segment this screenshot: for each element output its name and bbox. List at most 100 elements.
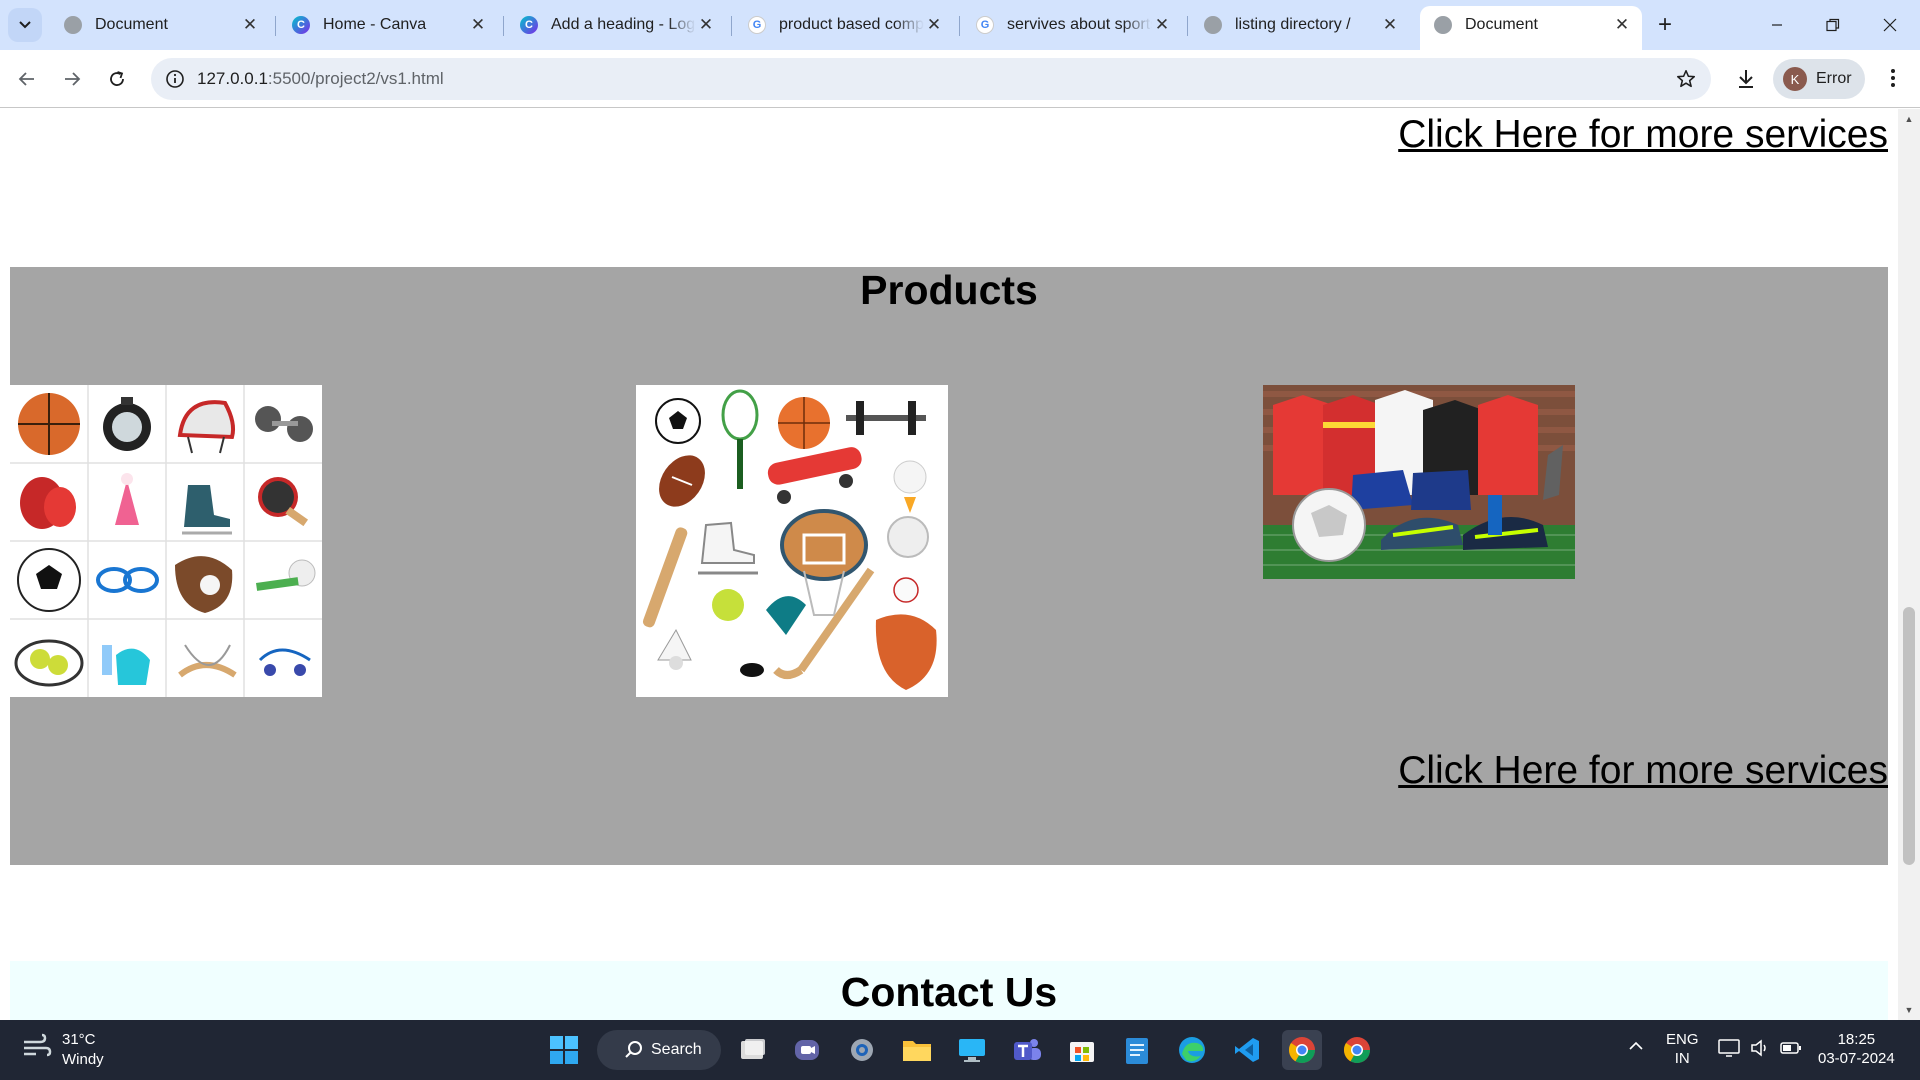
- tab-divider: [731, 16, 732, 36]
- google-icon: G: [748, 16, 766, 34]
- network-icon: [1718, 1039, 1740, 1057]
- tab-listing-directory[interactable]: listing directory / ✕: [1190, 6, 1410, 44]
- tab-document-active[interactable]: Document ✕: [1420, 6, 1642, 50]
- info-icon[interactable]: [165, 69, 185, 89]
- close-icon[interactable]: ✕: [1380, 15, 1400, 35]
- close-icon[interactable]: ✕: [240, 15, 260, 35]
- tab-home-canva[interactable]: C Home - Canva ✕: [278, 6, 498, 44]
- canva-icon: C: [292, 16, 310, 34]
- gear-icon: [851, 1039, 873, 1061]
- sports-equipment-grid-image: [10, 385, 322, 697]
- bookmark-star-icon[interactable]: [1675, 68, 1697, 90]
- close-icon[interactable]: ✕: [924, 15, 944, 35]
- clock[interactable]: 18:25 03-07-2024: [1818, 1030, 1895, 1068]
- globe-icon: [1434, 16, 1452, 34]
- chrome-icon: [1343, 1037, 1371, 1064]
- download-icon[interactable]: [1731, 64, 1761, 94]
- taskbar-search[interactable]: Search: [597, 1030, 721, 1070]
- weather-desc: Windy: [62, 1051, 104, 1068]
- scroll-up-arrow[interactable]: ▲: [1903, 114, 1915, 124]
- monitor-icon: [959, 1039, 985, 1062]
- reload-icon: [110, 71, 124, 86]
- tab-divider: [1187, 16, 1188, 36]
- region-code: IN: [1674, 1050, 1690, 1067]
- close-icon[interactable]: ✕: [1152, 15, 1172, 35]
- minimize-button[interactable]: [1749, 0, 1805, 50]
- close-icon: [1883, 18, 1897, 32]
- microsoft-store-button[interactable]: [1062, 1030, 1102, 1070]
- task-view-button[interactable]: [733, 1030, 773, 1070]
- clock-date: 03-07-2024: [1818, 1050, 1895, 1067]
- tab-title: Document: [95, 16, 168, 33]
- tab-divider: [503, 16, 504, 36]
- chat-app-button[interactable]: [787, 1030, 827, 1070]
- tab-title: Document: [1465, 16, 1538, 33]
- forward-arrow-icon: [65, 72, 81, 86]
- tab-servives-sports[interactable]: G servives about sports ✕: [962, 6, 1182, 44]
- tab-title: Home - Canva: [323, 16, 427, 33]
- reload-button[interactable]: [101, 63, 133, 95]
- url-text[interactable]: 127.0.0.1:5500/project2/vs1.html: [197, 69, 444, 89]
- tab-divider: [275, 16, 276, 36]
- jerseys-picture: [1263, 385, 1575, 579]
- teams-button[interactable]: [1007, 1030, 1047, 1070]
- weather-temp: 31°C: [62, 1031, 96, 1048]
- folder-icon: [903, 1041, 931, 1061]
- canva-icon: C: [520, 16, 538, 34]
- products-heading: Products: [860, 267, 1038, 313]
- avatar: K: [1783, 67, 1807, 91]
- weather-widget[interactable]: 31°C Windy: [20, 1030, 104, 1070]
- tab-product-based[interactable]: G product based comp ✕: [734, 6, 954, 44]
- more-vert-icon: [1891, 69, 1895, 87]
- forward-button[interactable]: [56, 63, 88, 95]
- back-button[interactable]: [11, 63, 43, 95]
- teams-icon: [1014, 1039, 1041, 1060]
- address-bar[interactable]: 127.0.0.1:5500/project2/vs1.html: [151, 58, 1711, 100]
- tab-title: listing directory /: [1235, 16, 1351, 33]
- plus-icon: +: [1657, 11, 1672, 38]
- file-explorer-button[interactable]: [897, 1030, 937, 1070]
- profile-button[interactable]: K Error: [1773, 59, 1865, 99]
- vscode-icon: [1235, 1038, 1259, 1062]
- close-icon[interactable]: ✕: [696, 15, 716, 35]
- tab-document-1[interactable]: Document ✕: [50, 6, 270, 44]
- new-tab-button[interactable]: +: [1650, 10, 1680, 40]
- browser-menu-button[interactable]: [1880, 62, 1906, 94]
- tab-search-button[interactable]: [8, 8, 42, 42]
- close-icon[interactable]: ✕: [1612, 15, 1632, 35]
- language-indicator[interactable]: ENG IN: [1666, 1030, 1699, 1068]
- more-services-link-top[interactable]: Click Here for more services: [1398, 113, 1888, 157]
- close-icon[interactable]: ✕: [468, 15, 488, 35]
- system-tray-icons[interactable]: [1718, 1038, 1802, 1058]
- scroll-down-arrow[interactable]: ▼: [1903, 1005, 1915, 1015]
- restore-button[interactable]: [1805, 0, 1861, 50]
- battery-icon: [1780, 1042, 1801, 1054]
- close-window-button[interactable]: [1862, 0, 1918, 50]
- remote-desktop-button[interactable]: [952, 1030, 992, 1070]
- clock-time: 18:25: [1837, 1031, 1876, 1048]
- search-label: Search: [651, 1041, 702, 1058]
- settings-button[interactable]: [842, 1030, 882, 1070]
- products-section: Products Click Here for more services: [10, 267, 1888, 865]
- edge-browser-button[interactable]: [1172, 1030, 1212, 1070]
- page-scrollbar[interactable]: ▲ ▼: [1898, 109, 1920, 1020]
- back-arrow-icon: [18, 72, 34, 86]
- notepad-button[interactable]: [1117, 1030, 1157, 1070]
- tab-add-heading[interactable]: C Add a heading - Logo ✕: [506, 6, 726, 44]
- chrome-button[interactable]: [1337, 1030, 1377, 1070]
- chrome-profile-button[interactable]: [1282, 1030, 1322, 1070]
- language-code: ENG: [1666, 1031, 1699, 1048]
- scrollbar-thumb[interactable]: [1903, 607, 1915, 865]
- url-path: :5500/project2/vs1.html: [267, 69, 444, 88]
- search-icon: [625, 1041, 642, 1058]
- tab-strip: Document ✕ C Home - Canva ✕ C Add a head…: [0, 0, 1920, 50]
- start-button[interactable]: [544, 1030, 584, 1070]
- profile-status-label: Error: [1816, 70, 1852, 87]
- vscode-button[interactable]: [1227, 1030, 1267, 1070]
- more-services-link-bottom[interactable]: Click Here for more services: [1398, 749, 1888, 793]
- tray-overflow-button[interactable]: [1628, 1038, 1644, 1057]
- store-icon: [1070, 1042, 1094, 1062]
- notepad-icon: [1126, 1038, 1148, 1064]
- page-viewport: Click Here for more services Products Cl…: [0, 109, 1898, 1020]
- chevron-up-icon: [1629, 1041, 1643, 1050]
